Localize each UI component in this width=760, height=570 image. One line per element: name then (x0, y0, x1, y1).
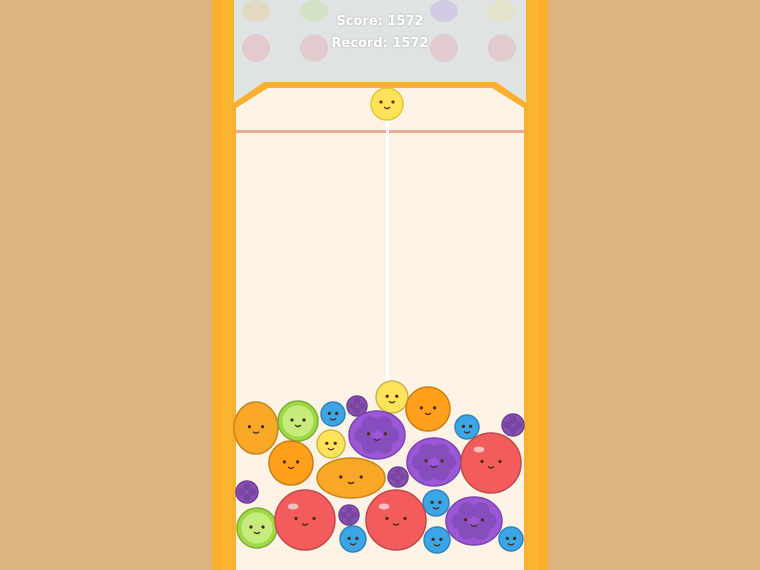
grape-icon (406, 437, 462, 487)
apple-icon (460, 432, 522, 494)
blueberry-icon (339, 525, 367, 553)
lemon-icon (316, 429, 346, 459)
apple-icon (365, 489, 427, 551)
blueberry-icon (423, 526, 451, 554)
orange-icon (405, 386, 451, 432)
blueberry-icon (454, 414, 480, 440)
blackberry-icon (501, 413, 525, 437)
danger-line (236, 130, 524, 133)
lemon-icon (370, 87, 404, 121)
blueberry-icon (320, 401, 346, 427)
lime-icon (236, 507, 278, 549)
orange-icon (268, 440, 314, 486)
apple-icon (274, 489, 336, 551)
blackberry-icon (235, 480, 259, 504)
drop-guide-line (386, 118, 389, 386)
grape-icon (348, 410, 406, 460)
blackberry-icon (338, 504, 360, 526)
blueberry-icon (422, 489, 450, 517)
current-fruit[interactable] (370, 87, 404, 121)
play-board[interactable] (0, 0, 760, 570)
suika-game: Score: 1572 Record: 1572 (0, 0, 760, 570)
lime-icon (277, 400, 319, 442)
grape-icon (445, 496, 503, 546)
mango-icon (233, 401, 279, 455)
blackberry-icon (387, 466, 409, 488)
mango-icon (316, 457, 386, 499)
lemon-icon (375, 380, 409, 414)
blueberry-icon (498, 526, 524, 552)
